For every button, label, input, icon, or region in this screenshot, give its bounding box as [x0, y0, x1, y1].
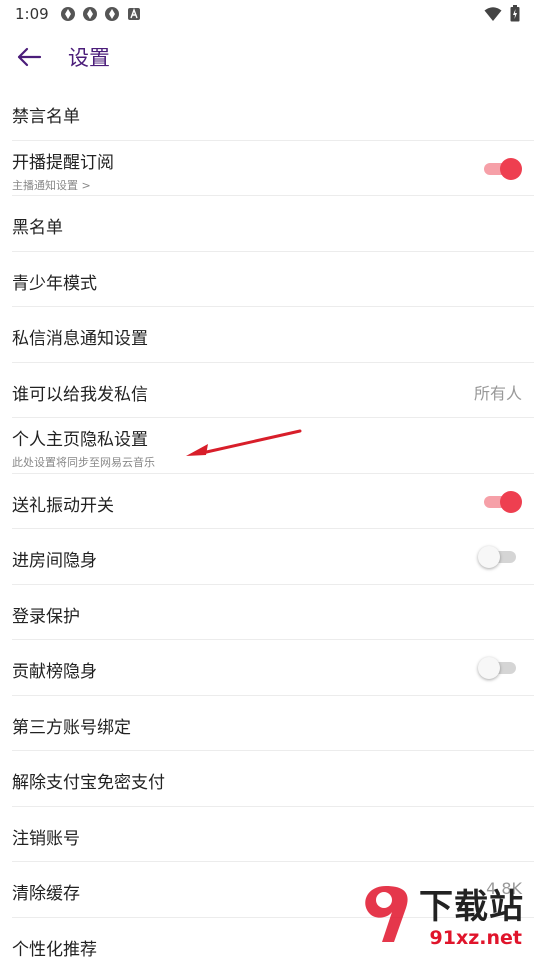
gift-vibration-toggle[interactable] [482, 491, 518, 511]
settings-item-label: 个人主页隐私设置 [12, 425, 148, 450]
settings-item-label: 贡献榜隐身 [12, 657, 97, 682]
settings-item-label: 禁言名单 [12, 102, 80, 127]
settings-item-room-invisible[interactable]: 进房间隐身 [12, 529, 534, 585]
settings-item-label: 注销账号 [12, 824, 80, 849]
watermark-brand: 下载站 [419, 879, 524, 928]
settings-item-label: 清除缓存 [12, 879, 80, 904]
app-bar: 设置 [0, 30, 534, 82]
settings-item-label: 青少年模式 [12, 269, 97, 294]
page-title: 设置 [68, 42, 110, 72]
settings-item-login-protection[interactable]: 登录保护 [12, 585, 534, 641]
settings-item-blacklist[interactable]: 黑名单 [12, 196, 534, 252]
settings-item-mute-list[interactable]: 禁言名单 [12, 85, 534, 141]
app-notification-icon [104, 6, 120, 22]
settings-item-label: 个性化推荐 [12, 935, 97, 960]
settings-item-subtitle: 此处设置将同步至网易云音乐 [12, 454, 155, 470]
settings-item-label: 私信消息通知设置 [12, 324, 148, 349]
settings-item-live-reminder[interactable]: 开播提醒订阅 主播通知设置 > [12, 141, 534, 197]
status-notification-icons [60, 6, 142, 22]
settings-item-teen-mode[interactable]: 青少年模式 [12, 252, 534, 308]
settings-item-label: 进房间隐身 [12, 546, 97, 571]
wifi-icon [484, 6, 502, 22]
status-bar: 1:09 [0, 0, 534, 28]
settings-item-label: 黑名单 [12, 213, 63, 238]
app-notification-icon [82, 6, 98, 22]
app-notification-icon [60, 6, 76, 22]
settings-item-label: 第三方账号绑定 [12, 713, 131, 738]
settings-item-label: 开播提醒订阅 [12, 148, 114, 173]
settings-item-label: 谁可以给我发私信 [12, 380, 148, 405]
a-icon [126, 6, 142, 22]
settings-item-contribution-invisible[interactable]: 贡献榜隐身 [12, 640, 534, 696]
settings-item-label: 登录保护 [12, 602, 80, 627]
settings-item-who-can-message[interactable]: 谁可以给我发私信 所有人 [12, 363, 534, 419]
room-invisible-toggle[interactable] [482, 546, 518, 566]
settings-item-gift-vibration[interactable]: 送礼振动开关 [12, 474, 534, 530]
battery-icon [510, 5, 520, 22]
settings-item-profile-privacy[interactable]: 个人主页隐私设置 此处设置将同步至网易云音乐 [12, 418, 534, 474]
watermark-logo-icon [356, 882, 416, 948]
settings-list: 禁言名单 开播提醒订阅 主播通知设置 > 黑名单 青少年模式 私信消息通知设置 … [0, 85, 534, 973]
settings-item-label: 送礼振动开关 [12, 491, 114, 516]
contribution-invisible-toggle[interactable] [482, 657, 518, 677]
watermark: 下载站 91xz.net [354, 880, 534, 950]
back-arrow-icon[interactable] [14, 42, 44, 72]
settings-item-cancel-account[interactable]: 注销账号 [12, 807, 534, 863]
settings-item-message-notification[interactable]: 私信消息通知设置 [12, 307, 534, 363]
live-reminder-toggle[interactable] [482, 158, 518, 178]
settings-item-third-party-binding[interactable]: 第三方账号绑定 [12, 696, 534, 752]
settings-item-value: 所有人 [474, 380, 522, 404]
host-notification-settings-link[interactable]: 主播通知设置 > [12, 177, 91, 193]
watermark-domain: 91xz.net [430, 927, 522, 949]
settings-item-alipay-unbind[interactable]: 解除支付宝免密支付 [12, 751, 534, 807]
status-time: 1:09 [15, 5, 49, 23]
status-system-icons [484, 5, 520, 22]
settings-item-label: 解除支付宝免密支付 [12, 768, 165, 793]
